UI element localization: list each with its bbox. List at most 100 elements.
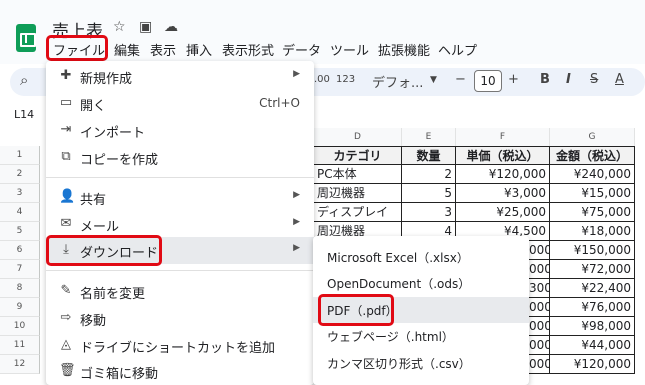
table-cell[interactable]: ¥75,000	[550, 203, 635, 222]
submenu-arrow-icon: ▶	[293, 190, 300, 200]
table-header-cell[interactable]: カテゴリ	[314, 146, 402, 165]
download-csv[interactable]: カンマ区切り形式（.csv）	[313, 350, 529, 376]
menu-item-rename[interactable]: ✎ 名前を変更	[46, 278, 314, 305]
table-cell[interactable]: PC本体	[314, 165, 402, 184]
menu-tools[interactable]: ツール	[330, 40, 369, 59]
table-cell[interactable]: ディスプレイ	[314, 203, 402, 222]
table-cell-partial[interactable]: 000	[529, 241, 550, 260]
edit-icon: ✎	[60, 283, 72, 298]
table-cell[interactable]: ¥44,000	[550, 336, 635, 355]
menu-item-share[interactable]: 👤 共有 ▶	[46, 184, 314, 211]
row-header[interactable]: 4	[0, 203, 40, 222]
font-size-decrease[interactable]: −	[455, 72, 466, 87]
menu-help[interactable]: ヘルプ	[438, 40, 477, 59]
menu-item-open[interactable]: ▭ 開く Ctrl+O	[46, 90, 314, 117]
table-cell[interactable]: ¥3,000	[456, 184, 550, 203]
table-cell[interactable]: ¥150,000	[550, 241, 635, 260]
search-icon[interactable]: ⌕	[20, 71, 28, 89]
row-header[interactable]: 3	[0, 184, 40, 203]
name-box[interactable]: L14	[14, 108, 34, 121]
menu-divider	[46, 177, 314, 178]
bold-button[interactable]: B	[540, 72, 550, 87]
table-cell[interactable]: ¥15,000	[550, 184, 635, 203]
column-header-d[interactable]: D	[314, 128, 402, 146]
number-format-button[interactable]: 123	[336, 74, 355, 85]
column-header-e[interactable]: E	[402, 128, 456, 146]
cloud-status-icon: ☁	[164, 19, 178, 35]
menu-item-import[interactable]: ⇥ インポート	[46, 117, 314, 144]
menu-edit[interactable]: 編集	[114, 40, 140, 59]
move-folder-icon[interactable]: ▣	[139, 19, 152, 35]
column-header-f[interactable]: F	[456, 128, 550, 146]
table-cell-partial[interactable]: 000	[529, 317, 550, 336]
menu-item-copy[interactable]: ⧉ コピーを作成	[46, 144, 314, 171]
table-header-cell[interactable]: 単価（税込）	[456, 146, 550, 165]
menu-item-move[interactable]: ⇨ 移動	[46, 305, 314, 332]
table-header-cell[interactable]: 数量	[402, 146, 456, 165]
font-select[interactable]: デフォ...	[372, 72, 423, 91]
table-cell[interactable]: 周辺機器	[314, 184, 402, 203]
font-dropdown-icon[interactable]: ▼	[430, 75, 437, 85]
table-cell[interactable]: ¥22,400	[550, 279, 635, 298]
move-folder-icon: ⇨	[60, 310, 72, 325]
table-cell-partial[interactable]: 000	[529, 336, 550, 355]
menu-item-trash[interactable]: 🗑 ゴミ箱に移動	[46, 358, 314, 385]
sheets-logo-icon[interactable]	[16, 24, 36, 52]
table-cell[interactable]: 5	[402, 184, 456, 203]
table-cell[interactable]: ¥240,000	[550, 165, 635, 184]
menu-item-label: コピーを作成	[80, 153, 159, 168]
column-header-g[interactable]: G	[550, 128, 635, 146]
font-size-input[interactable]: 10	[474, 70, 502, 92]
table-cell-partial[interactable]: 000	[529, 355, 550, 374]
table-header-cell[interactable]: 金額（税込）	[550, 146, 635, 165]
table-cell[interactable]: ¥18,000	[550, 222, 635, 241]
submenu-arrow-icon: ▶	[293, 217, 300, 227]
table-cell[interactable]: ¥25,000	[456, 203, 550, 222]
table-cell-partial[interactable]: 300	[529, 279, 550, 298]
download-ods[interactable]: OpenDocument（.ods）	[313, 270, 529, 296]
menu-item-label: 新規作成	[80, 72, 133, 87]
font-size-increase[interactable]: +	[508, 72, 519, 87]
row-header[interactable]: 1	[0, 146, 40, 165]
table-cell[interactable]: ¥98,000	[550, 317, 635, 336]
menu-item-new[interactable]: ✚ 新規作成 ▶	[46, 63, 314, 90]
menu-item-label: インポート	[80, 126, 146, 141]
pdf-highlight	[318, 294, 394, 326]
download-xlsx[interactable]: Microsoft Excel（.xlsx）	[313, 244, 529, 270]
row-header[interactable]: 2	[0, 165, 40, 184]
download-html[interactable]: ウェブページ（.html）	[313, 323, 529, 349]
row-header[interactable]: 10	[0, 317, 40, 336]
row-header[interactable]: 11	[0, 336, 40, 355]
menu-format[interactable]: 表示形式	[222, 40, 274, 59]
menu-item-shortcut[interactable]: ◬ ドライブにショートカットを追加	[46, 332, 314, 359]
table-cell-partial[interactable]: 000	[529, 298, 550, 317]
mail-icon: ✉	[60, 216, 72, 231]
decimal-button[interactable]: .00	[314, 74, 330, 85]
menu-extensions[interactable]: 拡張機能	[378, 40, 430, 59]
star-icon[interactable]: ☆	[113, 19, 126, 35]
menu-item-email[interactable]: ✉ メール ▶	[46, 211, 314, 238]
menu-insert[interactable]: 挿入	[186, 40, 212, 59]
row-header[interactable]: 5	[0, 222, 40, 241]
text-color-button[interactable]: A	[615, 72, 624, 87]
row-header[interactable]: 12	[0, 355, 40, 374]
menu-item-label: メール	[80, 220, 120, 235]
row-header[interactable]: 9	[0, 298, 40, 317]
menu-view[interactable]: 表示	[150, 40, 176, 59]
table-cell[interactable]: 3	[402, 203, 456, 222]
row-header[interactable]: 8	[0, 279, 40, 298]
row-header[interactable]: 7	[0, 260, 40, 279]
menu-item-label: ゴミ箱に移動	[80, 367, 159, 382]
table-cell[interactable]: ¥120,000	[456, 165, 550, 184]
row-header[interactable]: 6	[0, 241, 40, 260]
table-cell[interactable]: 2	[402, 165, 456, 184]
copy-icon: ⧉	[61, 149, 71, 164]
italic-button[interactable]: I	[566, 72, 571, 87]
table-cell[interactable]: ¥120,000	[550, 355, 635, 374]
menu-divider	[46, 270, 314, 271]
table-cell[interactable]: ¥76,000	[550, 298, 635, 317]
table-cell[interactable]: ¥72,000	[550, 260, 635, 279]
table-cell-partial[interactable]: 000	[529, 260, 550, 279]
menu-data[interactable]: データ	[282, 40, 321, 59]
strikethrough-button[interactable]: S	[590, 72, 598, 87]
